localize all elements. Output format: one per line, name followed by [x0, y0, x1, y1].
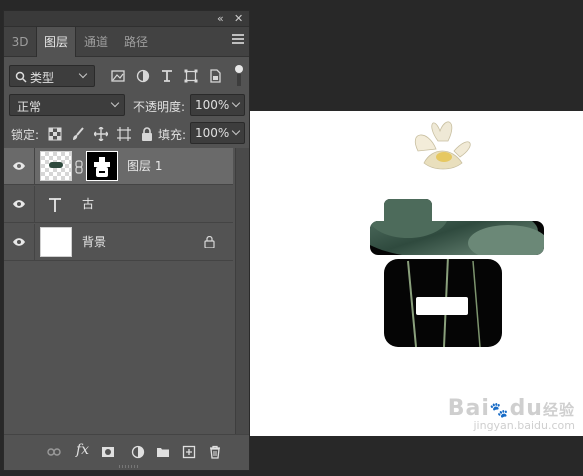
- type-filter-icon[interactable]: [160, 69, 174, 83]
- layer-name: 图层 1: [127, 159, 163, 173]
- blend-mode-value: 正常: [17, 100, 42, 114]
- layer-row-background[interactable]: 背景: [4, 224, 233, 261]
- trash-icon[interactable]: [208, 445, 222, 459]
- layers-list: 图层 1 古 背景: [4, 148, 249, 435]
- eye-icon[interactable]: [12, 236, 26, 248]
- lock-icon: [204, 236, 215, 248]
- filter-row: 类型: [4, 65, 249, 89]
- watermark-logo-mid: du: [509, 396, 543, 421]
- tab-layers[interactable]: 图层: [36, 27, 76, 57]
- fill-label: 填充:: [158, 128, 187, 142]
- watermark-suffix: 经验: [542, 401, 575, 419]
- layer-name: 背景: [82, 235, 107, 249]
- fill-value: 100%: [195, 126, 230, 140]
- panel-bottom-bar: fx: [4, 434, 249, 470]
- layer-mask-thumbnail[interactable]: [86, 151, 118, 181]
- fx-icon[interactable]: fx: [76, 442, 89, 458]
- filter-toggle[interactable]: [235, 65, 243, 87]
- blend-mode-select[interactable]: 正常: [9, 94, 125, 116]
- eye-icon[interactable]: [12, 160, 26, 172]
- lock-move-icon[interactable]: [94, 127, 108, 141]
- layer-thumbnail[interactable]: [40, 227, 72, 257]
- chevron-down-icon: [78, 69, 88, 79]
- watermark-logo: Bai: [447, 396, 490, 421]
- chevron-down-icon: [110, 98, 120, 108]
- eye-icon[interactable]: [12, 198, 26, 210]
- layer-row-layer1[interactable]: 图层 1: [4, 148, 233, 185]
- link-layers-icon[interactable]: [47, 445, 61, 459]
- search-icon: [15, 71, 27, 83]
- chevron-down-icon[interactable]: [231, 126, 241, 136]
- chain-link-icon[interactable]: [75, 160, 83, 174]
- tab-channels[interactable]: 通道: [76, 27, 116, 57]
- baidu-watermark: Bai🐾du经验 jingyan.baidu.com: [448, 396, 575, 432]
- close-icon[interactable]: ✕: [234, 11, 243, 27]
- lotus-flower: [414, 121, 471, 170]
- blend-row: 正常 不透明度: 100%: [4, 94, 249, 118]
- lock-label: 锁定:: [11, 128, 40, 142]
- lock-paint-icon[interactable]: [71, 127, 85, 141]
- panel-title-strip: « ✕: [4, 11, 249, 27]
- tab-3d[interactable]: 3D: [4, 27, 36, 57]
- lock-all-icon[interactable]: [140, 127, 154, 141]
- layer-name: 古: [82, 197, 95, 211]
- lock-transparent-icon[interactable]: [48, 127, 62, 141]
- filter-kind-select[interactable]: 类型: [9, 65, 95, 87]
- filter-kind-label: 类型: [30, 71, 55, 85]
- opacity-label: 不透明度:: [133, 100, 186, 114]
- lock-artboard-icon[interactable]: [117, 127, 131, 141]
- layers-panel: « ✕ 3D 图层 通道 路径 类型 正常 不透明度: 100% 锁定: 填充:…: [3, 10, 250, 471]
- panel-tabs: 3D 图层 通道 路径: [4, 27, 249, 57]
- paw-icon: 🐾: [489, 401, 510, 419]
- artwork-lotus-text: [370, 121, 544, 347]
- tab-paths[interactable]: 路径: [116, 27, 156, 57]
- adjustment-layer-icon[interactable]: [131, 445, 145, 459]
- adjustment-filter-icon[interactable]: [136, 69, 150, 83]
- layer-thumbnail[interactable]: [40, 151, 72, 181]
- fill-field[interactable]: 100%: [190, 122, 245, 144]
- opacity-value: 100%: [195, 98, 230, 112]
- layer-row-text[interactable]: 古: [4, 186, 233, 223]
- opacity-field[interactable]: 100%: [190, 94, 245, 116]
- smart-object-filter-icon[interactable]: [208, 69, 222, 83]
- layers-scrollbar[interactable]: [235, 148, 249, 435]
- text-layer-icon: [49, 198, 61, 212]
- resize-grip[interactable]: [119, 465, 139, 468]
- document-canvas[interactable]: Bai🐾du经验 jingyan.baidu.com: [248, 111, 583, 436]
- new-layer-icon[interactable]: [182, 445, 196, 459]
- pixel-filter-icon[interactable]: [111, 69, 125, 83]
- add-mask-icon[interactable]: [101, 445, 115, 459]
- hamburger-menu-icon[interactable]: [232, 34, 244, 46]
- group-folder-icon[interactable]: [156, 445, 170, 459]
- shape-filter-icon[interactable]: [184, 69, 198, 83]
- lock-row: 锁定: 填充: 100%: [4, 122, 249, 146]
- chevron-down-icon[interactable]: [231, 98, 241, 108]
- double-chevron-left-icon[interactable]: «: [217, 11, 224, 27]
